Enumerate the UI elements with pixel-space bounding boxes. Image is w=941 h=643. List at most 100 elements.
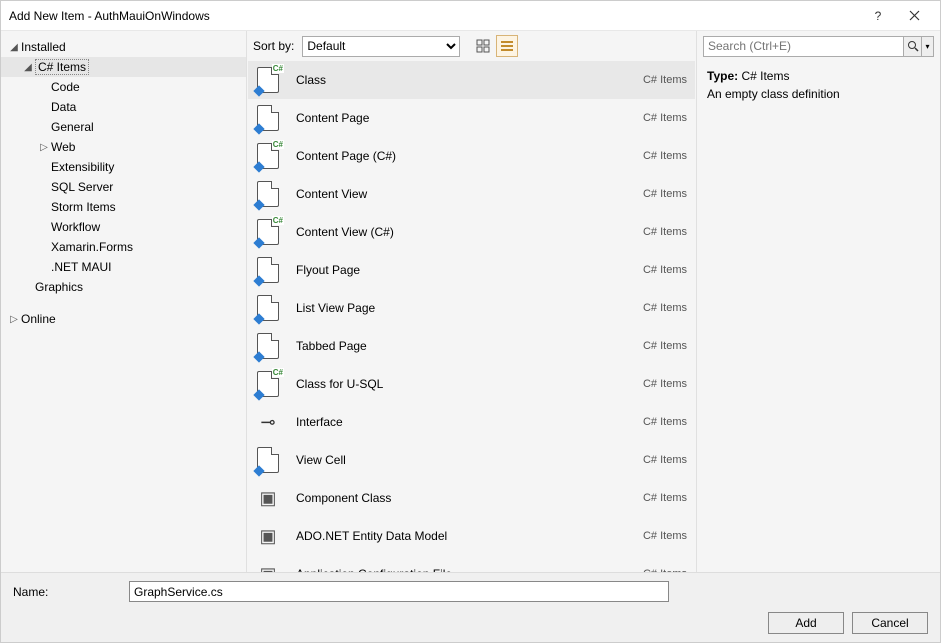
template-icon: ▣	[252, 482, 284, 514]
template-category: C# Items	[643, 416, 687, 428]
template-item[interactable]: Content PageC# Items	[248, 99, 695, 137]
template-item[interactable]: Class for U-SQLC# Items	[248, 365, 695, 403]
template-icon	[252, 216, 284, 248]
template-name: Content View	[296, 187, 643, 201]
template-category: C# Items	[643, 378, 687, 390]
template-item[interactable]: List View PageC# Items	[248, 289, 695, 327]
template-name: Class for U-SQL	[296, 377, 643, 391]
type-label: Type:	[707, 69, 738, 83]
template-item[interactable]: ⊸ InterfaceC# Items	[248, 403, 695, 441]
name-label: Name:	[13, 585, 129, 599]
add-button[interactable]: Add	[768, 612, 844, 634]
template-name: Class	[296, 73, 643, 87]
tree-csharp-items[interactable]: ◢ C# Items	[1, 57, 246, 77]
template-item[interactable]: View CellC# Items	[248, 441, 695, 479]
expand-icon: ◢	[7, 42, 21, 53]
grid-icon	[476, 39, 490, 53]
window-title: Add New Item - AuthMauiOnWindows	[9, 9, 210, 23]
tree-installed[interactable]: ◢ Installed	[1, 37, 246, 57]
template-category: C# Items	[643, 530, 687, 542]
template-item[interactable]: Content Page (C#)C# Items	[248, 137, 695, 175]
template-icon	[252, 444, 284, 476]
main-area: ◢ Installed ◢ C# Items Code Data General…	[1, 31, 940, 572]
template-item[interactable]: Content View (C#)C# Items	[248, 213, 695, 251]
tree-online[interactable]: ▷ Online	[1, 309, 246, 329]
sort-select[interactable]: Default	[302, 36, 460, 57]
filename-input[interactable]	[129, 581, 669, 602]
template-icon: ▣	[252, 558, 284, 572]
template-panel: Sort by: Default ClassC# ItemsContent Pa…	[246, 31, 697, 572]
type-value: C# Items	[741, 69, 789, 83]
template-category: C# Items	[643, 74, 687, 86]
template-icon	[252, 330, 284, 362]
template-item[interactable]: Tabbed PageC# Items	[248, 327, 695, 365]
template-item[interactable]: Flyout PageC# Items	[248, 251, 695, 289]
template-category: C# Items	[643, 188, 687, 200]
template-name: Content View (C#)	[296, 225, 643, 239]
template-name: List View Page	[296, 301, 643, 315]
search-dropdown[interactable]: ▾	[921, 37, 933, 56]
template-icon: ▣	[252, 520, 284, 552]
template-category: C# Items	[643, 302, 687, 314]
template-item[interactable]: ▣ Component ClassC# Items	[248, 479, 695, 517]
expand-icon: ▷	[7, 314, 21, 325]
template-icon	[252, 102, 284, 134]
template-name: Flyout Page	[296, 263, 643, 277]
tree-workflow[interactable]: Workflow	[1, 217, 246, 237]
template-category: C# Items	[643, 226, 687, 238]
tree-storm[interactable]: Storm Items	[1, 197, 246, 217]
search-box[interactable]: ▾	[703, 36, 934, 57]
close-button[interactable]	[896, 2, 932, 30]
template-category: C# Items	[643, 492, 687, 504]
template-icon: ⊸	[252, 406, 284, 438]
template-item[interactable]: ▣Application Configuration FileC# Items	[248, 555, 695, 572]
tree-general[interactable]: General	[1, 117, 246, 137]
view-grid-button[interactable]	[472, 35, 494, 57]
tree-graphics[interactable]: Graphics	[1, 277, 246, 297]
description-panel: Type: C# Items An empty class definition	[697, 61, 940, 572]
template-icon	[252, 368, 284, 400]
close-icon	[909, 10, 920, 21]
template-item[interactable]: ▣ ADO.NET Entity Data ModelC# Items	[248, 517, 695, 555]
list-icon	[500, 39, 514, 53]
template-item[interactable]: Content ViewC# Items	[248, 175, 695, 213]
tree-maui[interactable]: .NET MAUI	[1, 257, 246, 277]
tree-sqlserver[interactable]: SQL Server	[1, 177, 246, 197]
sort-label: Sort by:	[253, 39, 294, 53]
template-item[interactable]: ClassC# Items	[248, 61, 695, 99]
template-category: C# Items	[643, 150, 687, 162]
template-name: Content Page (C#)	[296, 149, 643, 163]
tree-xamarin[interactable]: Xamarin.Forms	[1, 237, 246, 257]
expand-icon: ◢	[21, 62, 35, 73]
info-panel: ▾ Type: C# Items An empty class definiti…	[697, 31, 940, 572]
template-category: C# Items	[643, 264, 687, 276]
description-text: An empty class definition	[707, 87, 930, 101]
cancel-button[interactable]: Cancel	[852, 612, 928, 634]
toolbar: Sort by: Default	[247, 31, 696, 61]
template-list[interactable]: ClassC# ItemsContent PageC# ItemsContent…	[247, 61, 696, 572]
template-name: Component Class	[296, 491, 643, 505]
titlebar: Add New Item - AuthMauiOnWindows ?	[1, 1, 940, 31]
template-name: Tabbed Page	[296, 339, 643, 353]
category-tree[interactable]: ◢ Installed ◢ C# Items Code Data General…	[1, 31, 246, 572]
expand-icon: ▷	[37, 142, 51, 153]
template-icon	[252, 64, 284, 96]
tree-code[interactable]: Code	[1, 77, 246, 97]
template-category: C# Items	[643, 112, 687, 124]
template-icon	[252, 254, 284, 286]
help-button[interactable]: ?	[860, 2, 896, 30]
tree-web[interactable]: ▷Web	[1, 137, 246, 157]
template-icon	[252, 140, 284, 172]
search-icon	[907, 40, 919, 52]
search-input[interactable]	[704, 37, 903, 56]
tree-extensibility[interactable]: Extensibility	[1, 157, 246, 177]
template-name: Content Page	[296, 111, 643, 125]
template-name: ADO.NET Entity Data Model	[296, 529, 643, 543]
footer: Name: Add Cancel	[1, 572, 940, 642]
template-name: Interface	[296, 415, 643, 429]
view-list-button[interactable]	[496, 35, 518, 57]
template-category: C# Items	[643, 340, 687, 352]
template-icon	[252, 292, 284, 324]
search-button[interactable]	[903, 37, 921, 56]
tree-data[interactable]: Data	[1, 97, 246, 117]
